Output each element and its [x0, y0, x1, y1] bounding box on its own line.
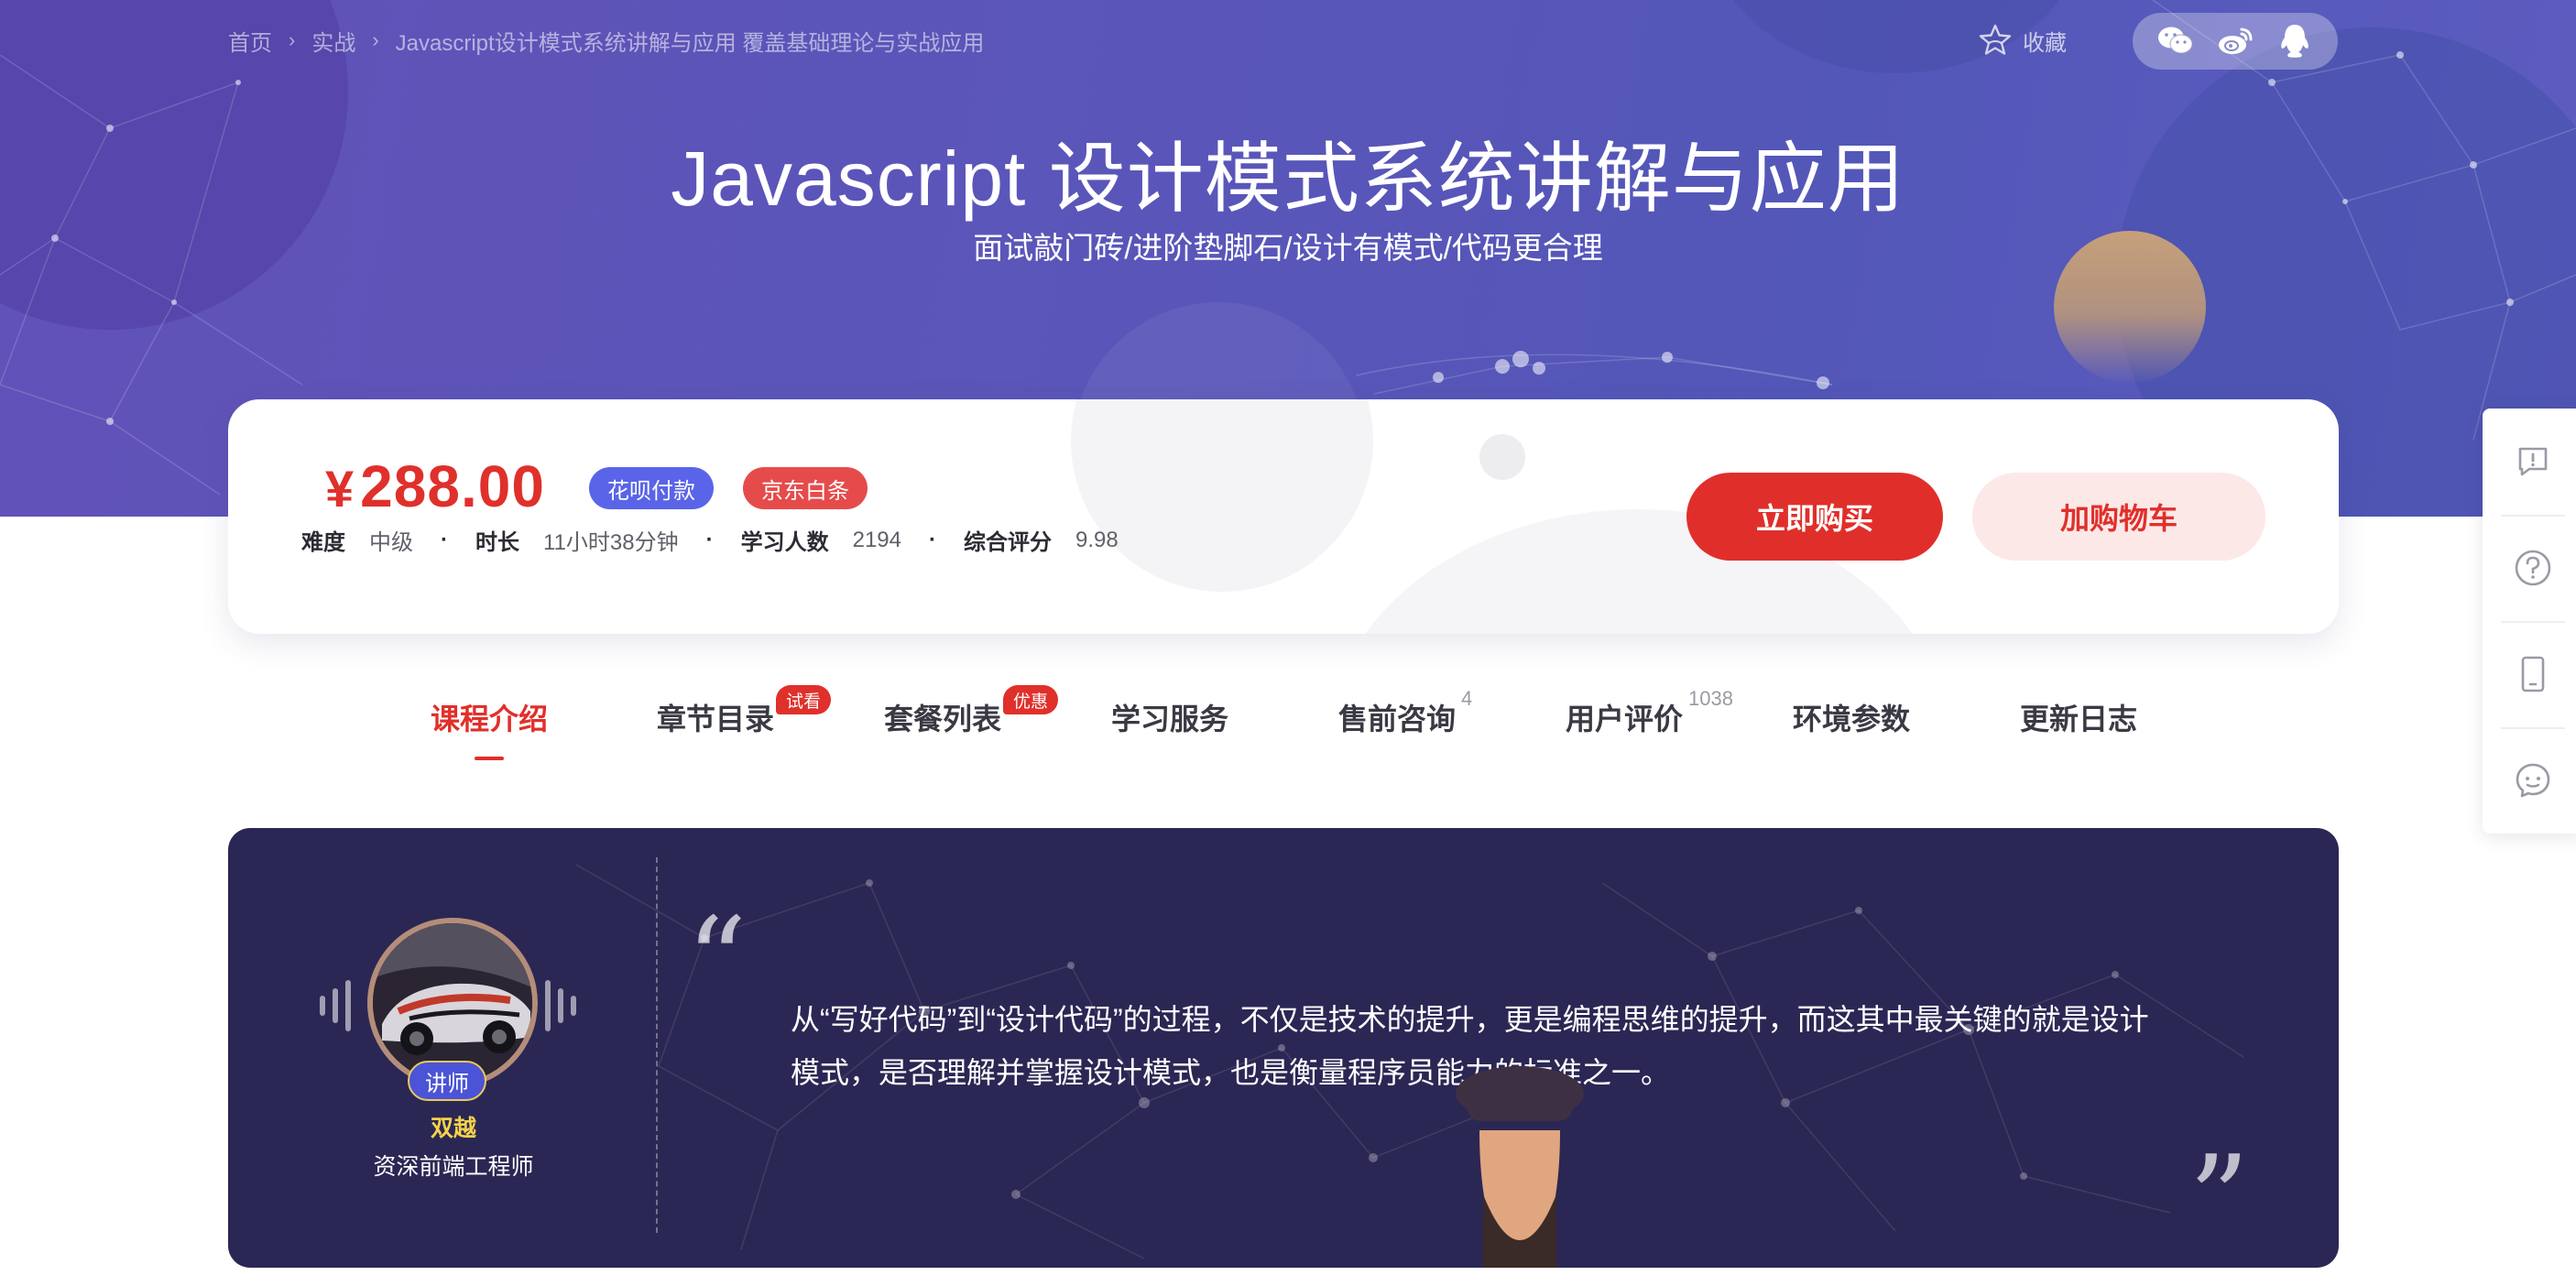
close-quote-icon: ” [2189, 1129, 2250, 1268]
teacher-role-badge: 讲师 [408, 1061, 486, 1101]
meta-duration-label: 时长 [475, 530, 519, 555]
breadcrumb: 首页 › 实战 › Javascript设计模式系统讲解与应用 覆盖基础理论与实… [228, 25, 985, 57]
card-decor-circle [1071, 399, 1373, 592]
price-value: 288.00 [360, 453, 545, 519]
breadcrumb-separator: › [289, 28, 296, 51]
tab-chapters[interactable]: 章节目录 试看 [657, 685, 832, 751]
weibo-icon[interactable] [2216, 23, 2254, 60]
card-decor-circle [1479, 434, 1525, 480]
teacher-name[interactable]: 双越 [228, 1110, 679, 1143]
mobile-app-button[interactable] [2483, 621, 2576, 727]
teacher-title: 资深前端工程师 [373, 1154, 534, 1180]
tab-label: 课程介绍 [431, 703, 549, 736]
meta-students-value: 2194 [852, 527, 901, 552]
feedback-button[interactable] [2483, 409, 2576, 515]
jd-baitiao-payment-tag[interactable]: 京东白条 [743, 467, 868, 509]
currency-symbol: ¥ [325, 460, 355, 518]
consult-count: 4 [1461, 687, 1473, 710]
tab-label: 章节目录 [657, 703, 775, 736]
teacher-section: 讲师 双越 资深前端工程师 “ 从“写好代码”到“设计代码”的过程，不仅是技术的… [228, 828, 2339, 1268]
meta-students-label: 学习人数 [740, 530, 829, 555]
active-tab-indicator [475, 757, 504, 760]
wechat-icon[interactable] [2156, 23, 2195, 60]
tab-label: 售前咨询 [1338, 703, 1457, 736]
side-toolbar [2483, 409, 2576, 834]
course-price: ¥288.00 [325, 452, 545, 520]
breadcrumb-category[interactable]: 实战 [311, 25, 355, 57]
meta-separator: · [441, 527, 448, 552]
chat-button[interactable] [2483, 727, 2576, 834]
qq-icon[interactable] [2276, 23, 2314, 60]
sound-wave-right-icon [545, 980, 576, 1031]
tab-user-reviews[interactable]: 用户评价 1038 [1566, 687, 1733, 751]
tab-course-intro[interactable]: 课程介绍 [431, 696, 549, 760]
add-to-cart-button[interactable]: 加购物车 [1972, 473, 2265, 561]
course-subtitle: 面试敲门砖/进阶垫脚石/设计有模式/代码更合理 [973, 231, 1603, 265]
breadcrumb-current: Javascript设计模式系统讲解与应用 覆盖基础理论与实战应用 [395, 30, 985, 56]
tab-changelog[interactable]: 更新日志 [2020, 696, 2137, 751]
open-quote-icon: “ [686, 891, 748, 1030]
tab-packages[interactable]: 套餐列表 优惠 [884, 685, 1059, 751]
tab-learning-service[interactable]: 学习服务 [1111, 696, 1228, 751]
meta-rating-label: 综合评分 [964, 530, 1052, 555]
tab-label: 更新日志 [2020, 703, 2138, 736]
share-bar [2133, 13, 2338, 70]
huabei-payment-tag[interactable]: 花呗付款 [589, 467, 714, 509]
favorite-button[interactable]: 收藏 [1977, 20, 2067, 60]
breadcrumb-home[interactable]: 首页 [228, 25, 272, 57]
meta-difficulty-value: 中级 [369, 530, 413, 555]
help-button[interactable] [2483, 515, 2576, 621]
help-icon [2515, 550, 2551, 586]
tab-environment[interactable]: 环境参数 [1793, 696, 1910, 751]
tab-label: 环境参数 [1793, 703, 1911, 736]
review-count: 1038 [1688, 687, 1733, 710]
trial-badge: 试看 [776, 685, 832, 714]
buy-now-button[interactable]: 立即购买 [1686, 473, 1943, 561]
course-title: Javascript 设计模式系统讲解与应用 [671, 136, 1905, 222]
sound-wave-left-icon [320, 980, 351, 1031]
teacher-figure-illustration [1456, 1066, 1584, 1268]
tab-label: 套餐列表 [884, 703, 1002, 736]
tab-presale-consult[interactable]: 售前咨询 4 [1338, 687, 1472, 751]
price-card: ¥288.00 花呗付款 京东白条 难度 中级 · 时长 11小时38分钟 · … [228, 399, 2339, 634]
star-outline-icon [1979, 24, 2012, 55]
meta-separator: · [929, 527, 936, 552]
meta-separator: · [705, 527, 714, 552]
feedback-icon [2518, 447, 2548, 476]
mobile-icon [2521, 656, 2545, 692]
discount-badge: 优惠 [1003, 685, 1059, 714]
avatar-image [373, 923, 532, 1083]
meta-duration-value: 11小时38分钟 [543, 530, 679, 555]
meta-rating-value: 9.98 [1075, 527, 1119, 552]
chat-icon [2516, 763, 2550, 798]
breadcrumb-separator: › [372, 28, 379, 51]
tab-label: 用户评价 [1566, 703, 1684, 736]
meta-difficulty-label: 难度 [301, 530, 345, 555]
course-meta: 难度 中级 · 时长 11小时38分钟 · 学习人数 2194 · 综合评分 9… [301, 524, 1119, 556]
favorite-label: 收藏 [2023, 30, 2067, 56]
tab-label: 学习服务 [1111, 703, 1229, 736]
